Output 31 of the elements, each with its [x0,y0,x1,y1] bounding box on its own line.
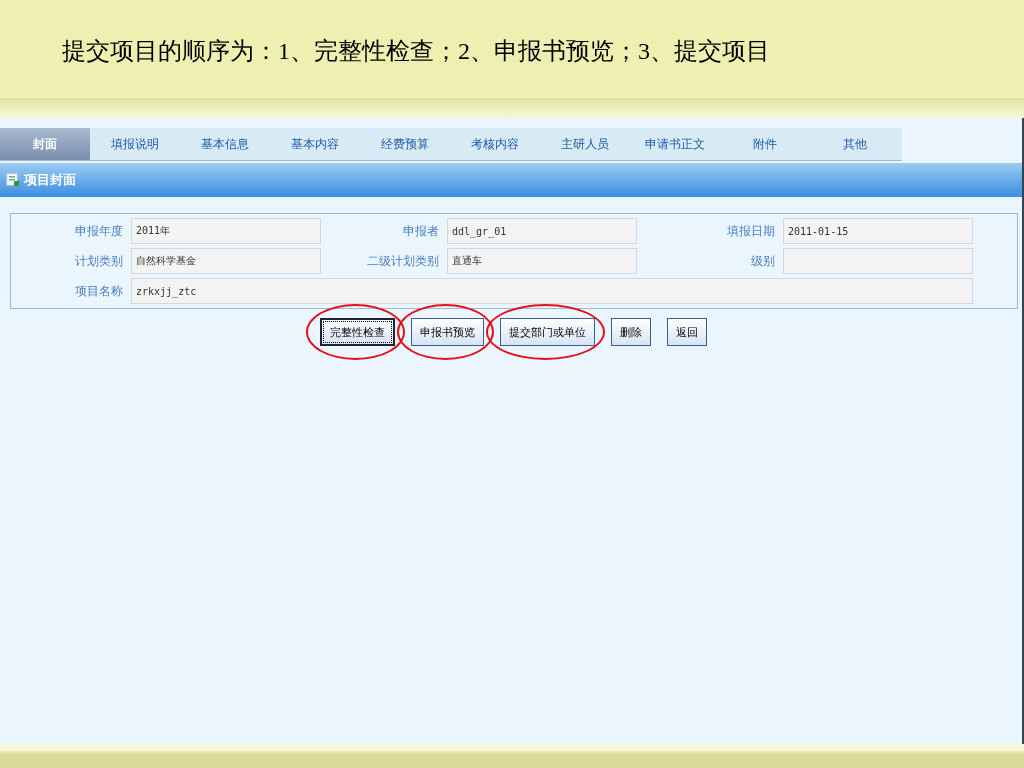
input-field[interactable] [783,248,973,274]
tab[interactable]: 基本信息 [180,128,270,160]
action-button[interactable]: 返回 [666,318,707,346]
slide-title: 提交项目的顺序为：1、完整性检查；2、申报书预览；3、提交项目 [62,37,770,66]
action-button[interactable]: 完整性检查 [319,318,395,346]
field-label: 计划类别 [74,252,123,270]
input-field[interactable]: 自然科学基金 [131,248,321,274]
tab[interactable]: 经费预算 [360,128,450,160]
tab[interactable]: 主研人员 [540,128,630,160]
input-field[interactable]: zrkxjj_ztc [131,278,973,304]
tab[interactable]: 基本内容 [270,128,360,160]
input-field[interactable]: 2011年 [131,218,321,244]
action-button[interactable]: 删除 [610,318,651,346]
form-icon [6,173,20,187]
tab[interactable]: 其他 [810,128,900,160]
tab[interactable]: 填报说明 [90,128,180,160]
input-field[interactable]: 直通车 [447,248,637,274]
action-button[interactable]: 申报书预览 [410,318,484,346]
action-button[interactable]: 提交部门或单位 [499,318,595,346]
input-field[interactable]: ddl_gr_01 [447,218,637,244]
field-label: 申报者 [402,222,439,240]
field-label: 申报年度 [74,222,123,240]
field-label: 二级计划类别 [366,252,439,270]
tab[interactable]: 申请书正文 [630,128,720,160]
input-field[interactable]: 2011-01-15 [783,218,973,244]
field-label: 项目名称 [74,282,123,300]
field-label: 填报日期 [726,222,775,240]
section-title: 项目封面 [24,171,76,189]
tab[interactable]: 考核内容 [450,128,540,160]
tab[interactable]: 附件 [720,128,810,160]
field-label: 级别 [750,252,775,270]
